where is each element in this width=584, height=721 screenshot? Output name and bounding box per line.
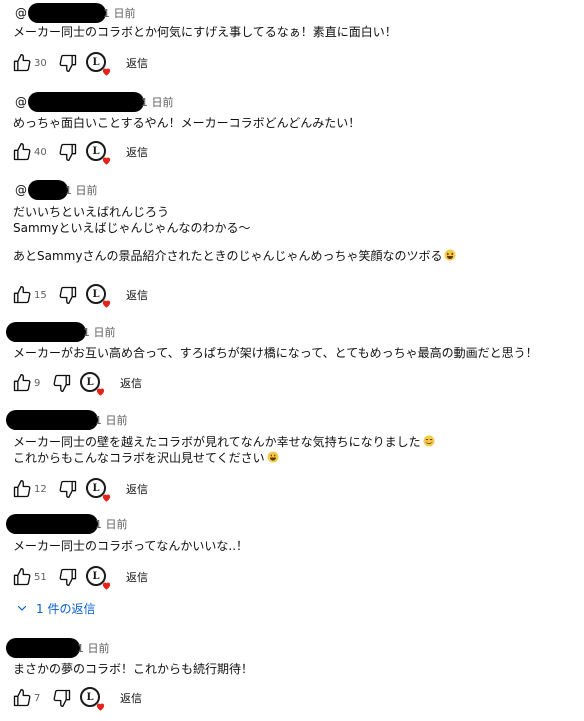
comment-line: めっちゃ面白いことするやん！メーカーコラボどんどんみたい！ bbox=[13, 116, 361, 130]
comment-line: あとSammyさんの景品紹介されたときのじゃんじゃんめっちゃ笑顔なのツボる bbox=[13, 248, 456, 264]
heart-icon bbox=[102, 582, 111, 590]
grinning-emoji bbox=[267, 451, 279, 463]
redacted-author[interactable] bbox=[28, 3, 106, 23]
redacted-author[interactable] bbox=[6, 514, 98, 534]
comment-time[interactable]: 1 日前 bbox=[103, 5, 136, 21]
heart-icon bbox=[102, 300, 111, 308]
thumbs-up-icon[interactable] bbox=[12, 567, 32, 587]
comment-line: メーカー同士のコラボってなんかいいな..！ bbox=[13, 539, 249, 553]
thumbs-up-icon[interactable] bbox=[12, 373, 32, 393]
reply-button[interactable]: 返信 bbox=[126, 144, 148, 160]
heart-icon bbox=[102, 68, 111, 76]
thumbs-down-icon[interactable] bbox=[58, 479, 78, 499]
comment-line: まさかの夢のコラボ！これからも続行期待！ bbox=[13, 662, 254, 676]
comment-text: まさかの夢のコラボ！これからも続行期待！ bbox=[13, 661, 253, 677]
reply-button[interactable]: 返信 bbox=[126, 481, 148, 497]
thumbs-up-icon[interactable] bbox=[12, 53, 32, 73]
view-replies-label: 1 件の返信 bbox=[36, 601, 96, 616]
comment-actions: 7 L 返信 bbox=[12, 686, 142, 711]
like-count: 40 bbox=[34, 146, 47, 158]
comment-time[interactable]: 1 日前 bbox=[83, 324, 116, 340]
comment-header: 1 日前 bbox=[6, 638, 110, 658]
comment-actions: 15 L 返信 bbox=[12, 283, 148, 308]
comment-actions: 12 L 返信 bbox=[12, 477, 148, 502]
comment-header: @ 1 日前 bbox=[15, 92, 174, 112]
comment-time[interactable]: 1 日前 bbox=[141, 94, 174, 110]
thumbs-down-icon[interactable] bbox=[52, 373, 72, 393]
view-replies-button[interactable]: 1 件の返信 bbox=[16, 598, 95, 618]
comment-actions: 30 L 返信 bbox=[12, 51, 148, 76]
reply-button[interactable]: 返信 bbox=[120, 690, 142, 706]
thumbs-down-icon[interactable] bbox=[58, 53, 78, 73]
heart-icon bbox=[96, 703, 105, 711]
creator-heart-badge[interactable]: L bbox=[86, 52, 111, 76]
comment-line: これからもこんなコラボを沢山見せてください bbox=[13, 450, 435, 466]
comment-time[interactable]: 1 日前 bbox=[77, 640, 110, 656]
reply-button[interactable]: 返信 bbox=[126, 569, 148, 585]
thumbs-down-icon[interactable] bbox=[58, 285, 78, 305]
thumbs-down-icon[interactable] bbox=[58, 567, 78, 587]
comment-time[interactable]: 1 日前 bbox=[95, 516, 128, 532]
comment-header: @ 1 日前 bbox=[15, 3, 136, 23]
creator-heart-badge[interactable]: L bbox=[86, 141, 111, 165]
like-count: 7 bbox=[34, 692, 41, 704]
creator-heart-badge[interactable]: L bbox=[80, 687, 105, 711]
heart-icon bbox=[102, 157, 111, 165]
comment-text: メーカー同士の壁を越えたコラボが見れてなんか幸せな気持ちになりました これからも… bbox=[13, 434, 435, 466]
comment-line: メーカーがお互い高め合って、すろぱちが架け橋になって、とてもめっちゃ最高の動画だ… bbox=[13, 346, 538, 360]
comment-line: メーカー同士の壁を越えたコラボが見れてなんか幸せな気持ちになりました bbox=[13, 434, 435, 450]
comment-actions: 40 L 返信 bbox=[12, 140, 148, 165]
like-count: 30 bbox=[34, 57, 47, 69]
comment-text: めっちゃ面白いことするやん！メーカーコラボどんどんみたい！ bbox=[13, 115, 360, 131]
thumbs-up-icon[interactable] bbox=[12, 142, 32, 162]
chevron-down-icon bbox=[17, 605, 27, 611]
heart-icon bbox=[102, 494, 111, 502]
grinning-squint-emoji bbox=[444, 249, 456, 261]
comment-header: 1 日前 bbox=[6, 322, 116, 342]
smiling-emoji bbox=[423, 435, 435, 447]
creator-heart-badge[interactable]: L bbox=[86, 284, 111, 308]
like-count: 51 bbox=[34, 571, 47, 583]
redacted-author[interactable] bbox=[28, 92, 144, 112]
like-count: 15 bbox=[34, 289, 47, 301]
creator-heart-badge[interactable]: L bbox=[86, 478, 111, 502]
comment-text: だいいちといえばれんじろう Sammyといえばじゃんじゃんなのわかる〜 あとSa… bbox=[13, 204, 456, 264]
comment-text: メーカー同士のコラボとか何気にすげえ事してるなぁ！素直に面白い！ bbox=[13, 24, 397, 40]
comment-text: メーカー同士のコラボってなんかいいな..！ bbox=[13, 538, 248, 554]
reply-button[interactable]: 返信 bbox=[120, 375, 142, 391]
comment-header: 1 日前 bbox=[6, 514, 128, 534]
comment-header: 1 日前 bbox=[6, 410, 128, 430]
comment-actions: 51 L 返信 bbox=[12, 565, 148, 590]
comment-time[interactable]: 1 日前 bbox=[65, 182, 98, 198]
comment-time[interactable]: 1 日前 bbox=[95, 412, 128, 428]
like-count: 9 bbox=[34, 377, 41, 389]
thumbs-down-icon[interactable] bbox=[58, 142, 78, 162]
thumbs-up-icon[interactable] bbox=[12, 479, 32, 499]
reply-button[interactable]: 返信 bbox=[126, 55, 148, 71]
comment-actions: 9 L 返信 bbox=[12, 371, 142, 396]
creator-heart-badge[interactable]: L bbox=[86, 566, 111, 590]
thumbs-up-icon[interactable] bbox=[12, 285, 32, 305]
comment-text: メーカーがお互い高め合って、すろぱちが架け橋になって、とてもめっちゃ最高の動画だ… bbox=[13, 345, 538, 361]
redacted-author[interactable] bbox=[6, 322, 86, 342]
thumbs-up-icon[interactable] bbox=[12, 688, 32, 708]
comment-line: メーカー同士のコラボとか何気にすげえ事してるなぁ！素直に面白い！ bbox=[13, 25, 397, 39]
comment-line-blank bbox=[13, 236, 456, 248]
handle-prefix: @ bbox=[15, 95, 27, 109]
creator-heart-badge[interactable]: L bbox=[80, 372, 105, 396]
handle-prefix: @ bbox=[15, 6, 27, 20]
redacted-author[interactable] bbox=[28, 180, 68, 200]
handle-prefix: @ bbox=[15, 183, 27, 197]
redacted-author[interactable] bbox=[6, 410, 98, 430]
reply-button[interactable]: 返信 bbox=[126, 287, 148, 303]
thumbs-down-icon[interactable] bbox=[52, 688, 72, 708]
redacted-author[interactable] bbox=[6, 638, 80, 658]
comment-line: Sammyといえばじゃんじゃんなのわかる〜 bbox=[13, 221, 251, 235]
comment-header: @ 1 日前 bbox=[15, 180, 98, 200]
heart-icon bbox=[96, 388, 105, 396]
comment-line: だいいちといえばれんじろう bbox=[13, 205, 170, 219]
like-count: 12 bbox=[34, 483, 47, 495]
